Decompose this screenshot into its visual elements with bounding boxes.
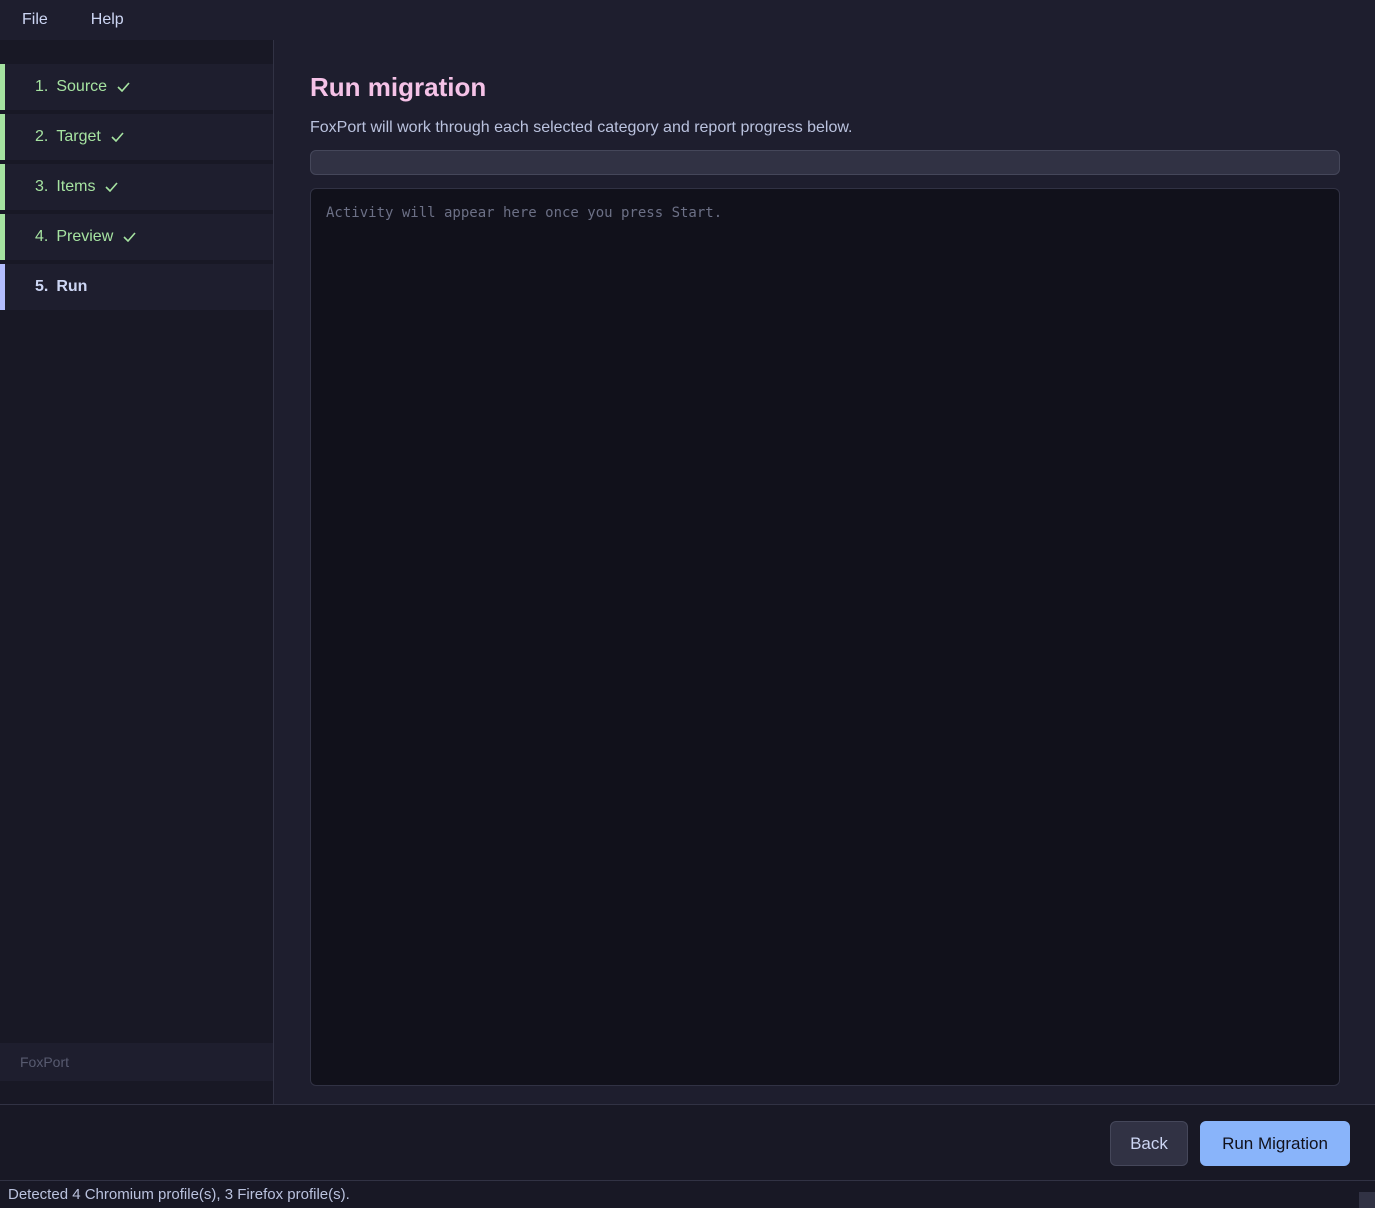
step-label: Items bbox=[56, 178, 96, 195]
back-button[interactable]: Back bbox=[1110, 1121, 1188, 1166]
step-label: Source bbox=[56, 78, 108, 95]
resize-grip[interactable] bbox=[1359, 1192, 1375, 1208]
page-subtitle: FoxPort will work through each selected … bbox=[310, 119, 853, 136]
check-icon bbox=[105, 182, 119, 192]
step-number: 3. bbox=[35, 178, 49, 195]
step-label: Run bbox=[56, 278, 88, 295]
status-text: Detected 4 Chromium profile(s), 3 Firefo… bbox=[8, 1186, 350, 1203]
status-bar: Detected 4 Chromium profile(s), 3 Firefo… bbox=[0, 1180, 1375, 1208]
check-icon bbox=[111, 132, 124, 142]
menu-file[interactable]: File bbox=[0, 11, 48, 29]
step-items[interactable]: 3. Items bbox=[0, 164, 273, 210]
step-number: 4. bbox=[35, 228, 49, 245]
step-number: 1. bbox=[35, 78, 49, 95]
run-migration-button[interactable]: Run Migration bbox=[1200, 1121, 1350, 1166]
check-icon bbox=[117, 82, 130, 92]
sidebar: 1. Source 2. Target 3. Items 4. Preview bbox=[0, 40, 274, 1104]
sidebar-app-name: FoxPort bbox=[0, 1043, 273, 1081]
step-label: Preview bbox=[56, 228, 114, 245]
main-panel: Run migration FoxPort will work through … bbox=[275, 40, 1375, 1104]
step-source[interactable]: 1. Source bbox=[0, 64, 273, 110]
menu-bar: File Help bbox=[0, 0, 1375, 40]
migration-progress-bar bbox=[310, 150, 1340, 175]
check-icon bbox=[123, 232, 136, 242]
action-bar: Back Run Migration bbox=[0, 1104, 1375, 1180]
step-number: 5. bbox=[35, 278, 49, 295]
activity-log[interactable]: Activity will appear here once you press… bbox=[310, 188, 1340, 1086]
step-number: 2. bbox=[35, 128, 49, 145]
step-preview[interactable]: 4. Preview bbox=[0, 214, 273, 260]
page-title: Run migration bbox=[310, 72, 487, 102]
step-label: Target bbox=[56, 128, 101, 145]
menu-help[interactable]: Help bbox=[48, 11, 124, 29]
step-target[interactable]: 2. Target bbox=[0, 114, 273, 160]
step-run[interactable]: 5. Run bbox=[0, 264, 273, 310]
log-placeholder: Activity will appear here once you press… bbox=[326, 205, 723, 221]
wizard-steps: 1. Source 2. Target 3. Items 4. Preview bbox=[0, 64, 273, 314]
